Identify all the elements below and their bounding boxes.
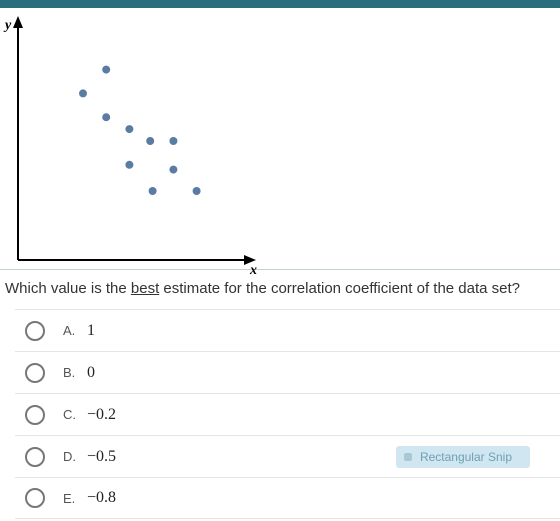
- data-point: [125, 125, 133, 133]
- answer-option-c[interactable]: C. −0.2: [15, 393, 560, 435]
- scatter-chart: y x: [0, 8, 560, 270]
- data-point: [149, 187, 157, 195]
- option-value: 0: [87, 364, 95, 382]
- snip-label: Rectangular Snip: [420, 450, 512, 464]
- answer-option-b[interactable]: B. 0: [15, 351, 560, 393]
- snip-icon: [404, 453, 412, 461]
- radio-d[interactable]: [25, 447, 45, 467]
- answer-list: A. 1 B. 0 C. −0.2 D. −0.5 Rectangular Sn…: [15, 309, 560, 519]
- data-point: [169, 166, 177, 174]
- radio-e[interactable]: [25, 488, 45, 508]
- option-letter: A.: [63, 323, 81, 338]
- option-value: −0.8: [87, 489, 116, 507]
- data-point: [79, 89, 87, 97]
- question-emph: best: [131, 280, 159, 297]
- top-bar: [0, 0, 560, 8]
- chart-svg: [0, 8, 280, 278]
- x-axis-label: x: [250, 263, 257, 279]
- radio-a[interactable]: [25, 321, 45, 341]
- option-value: −0.2: [87, 406, 116, 424]
- data-point: [146, 137, 154, 145]
- option-letter: D.: [63, 449, 81, 464]
- answer-option-d[interactable]: D. −0.5 Rectangular Snip: [15, 435, 560, 477]
- data-point: [102, 113, 110, 121]
- data-point: [102, 66, 110, 74]
- data-point: [169, 137, 177, 145]
- data-point: [125, 161, 133, 169]
- option-letter: B.: [63, 365, 81, 380]
- answer-option-a[interactable]: A. 1: [15, 309, 560, 351]
- option-letter: E.: [63, 491, 81, 506]
- option-letter: C.: [63, 407, 81, 422]
- answer-option-e[interactable]: E. −0.8: [15, 477, 560, 519]
- question-prefix: Which value is the: [5, 280, 131, 297]
- radio-c[interactable]: [25, 405, 45, 425]
- question-suffix: estimate for the correlation coefficient…: [159, 280, 520, 297]
- rectangular-snip-badge: Rectangular Snip: [396, 446, 530, 468]
- data-point: [193, 187, 201, 195]
- option-value: −0.5: [87, 448, 116, 466]
- option-value: 1: [87, 322, 95, 340]
- radio-b[interactable]: [25, 363, 45, 383]
